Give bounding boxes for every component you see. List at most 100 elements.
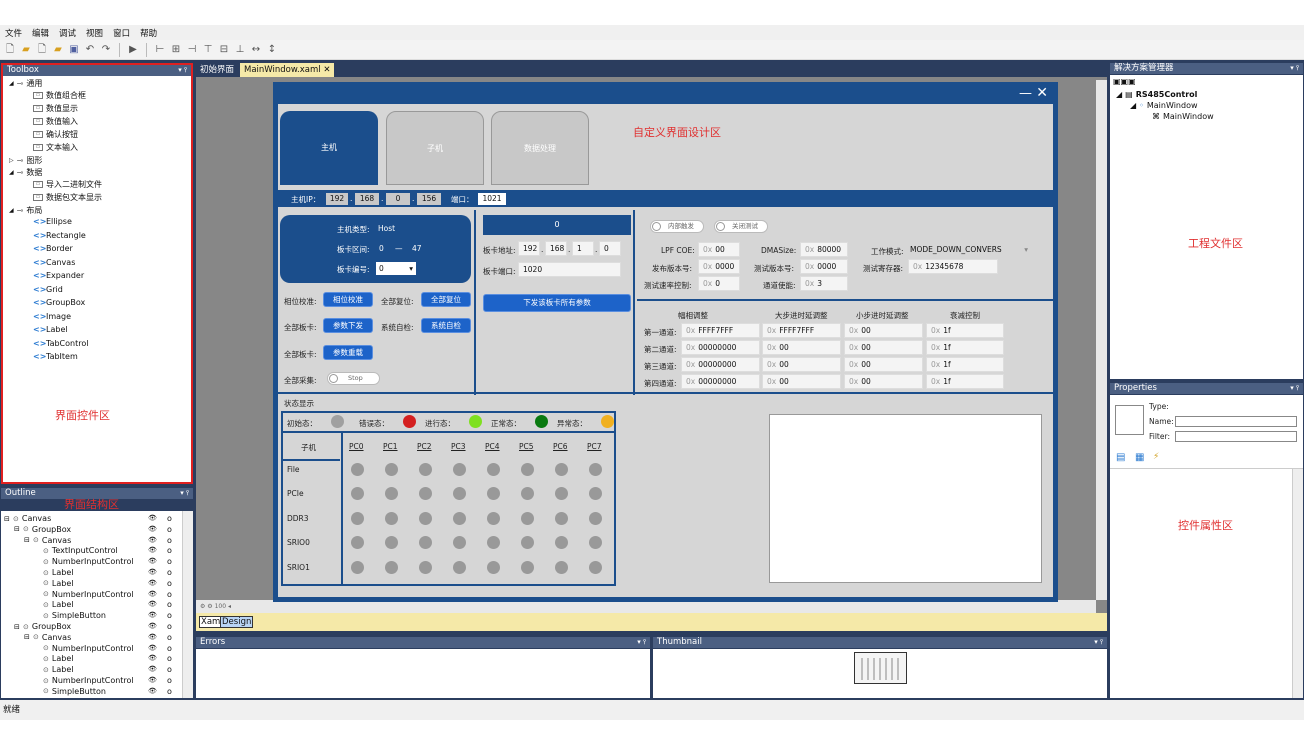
outline-node[interactable]: ⊙ Label: [34, 600, 73, 609]
visibility-eye-icon[interactable]: 👁: [148, 611, 157, 619]
solution-toolbar-icons[interactable]: ▣▣▣: [1113, 77, 1136, 86]
channel-field[interactable]: 0x FFFF7FFF: [681, 323, 760, 338]
pin-icon[interactable]: ▾ ⫯: [1094, 637, 1103, 648]
pin-icon[interactable]: ▾ ⫯: [1290, 383, 1299, 394]
open-icon[interactable]: ▰: [52, 44, 64, 56]
lock-dot-icon[interactable]: o: [167, 676, 172, 685]
toolbox-item[interactable]: <> Canvas: [33, 258, 75, 267]
visibility-eye-icon[interactable]: 👁: [148, 546, 157, 554]
dma-field[interactable]: 0x 80000: [800, 242, 848, 257]
channel-field[interactable]: 0x 00: [762, 357, 841, 372]
toolbox-item[interactable]: <> Border: [33, 244, 73, 253]
solution-item-mainwindow[interactable]: ◢ ◦ MainWindow: [1130, 101, 1198, 110]
channel-field[interactable]: 0x 00: [844, 323, 923, 338]
outline-node[interactable]: ⊙ Label: [34, 568, 73, 577]
reset-all-button[interactable]: 全部复位: [421, 292, 471, 307]
filter-field[interactable]: [1175, 431, 1297, 442]
lock-dot-icon[interactable]: o: [167, 654, 172, 663]
mode-select[interactable]: MODE_DOWN_CONVERS ▾: [906, 242, 1031, 257]
solution-root[interactable]: ◢ ▤ RS485Control: [1116, 90, 1197, 99]
channel-field[interactable]: 0x 1f: [926, 374, 1004, 389]
lock-dot-icon[interactable]: o: [167, 590, 172, 599]
align-top-icon[interactable]: ⊤: [202, 44, 214, 56]
param-send-button[interactable]: 参数下发: [323, 318, 373, 333]
lock-dot-icon[interactable]: o: [167, 611, 172, 620]
outline-node[interactable]: ⊙ NumberInputControl: [34, 644, 134, 653]
toolbox-item[interactable]: ▭ 确认按钮: [33, 129, 78, 140]
channel-field[interactable]: 0x FFFF7FFF: [762, 323, 841, 338]
new-file-icon[interactable]: 🗋: [4, 44, 16, 56]
tab-host[interactable]: 主机: [280, 111, 378, 185]
categorized-icon[interactable]: ▤: [1116, 452, 1125, 463]
menu-edit[interactable]: 编辑: [32, 27, 49, 39]
open-folder-icon[interactable]: ▰: [20, 44, 32, 56]
editor-vscroll[interactable]: [1096, 80, 1107, 600]
board-addr-octet-4[interactable]: 0: [599, 241, 621, 256]
toolbox-group[interactable]: ◢ ⊸ 布局: [9, 205, 42, 216]
toolbox-item[interactable]: ▭ 数据包文本显示: [33, 192, 102, 203]
pin-icon[interactable]: ▾ ⫯: [637, 637, 646, 648]
send-all-params-button[interactable]: 下发该板卡所有参数: [483, 294, 631, 312]
toolbox-group[interactable]: ▷ ⊸ 图形: [9, 155, 42, 166]
thumbnail-preview[interactable]: [854, 652, 907, 684]
visibility-eye-icon[interactable]: 👁: [148, 687, 157, 695]
solution-item-mainwindow-cs[interactable]: ⌘ MainWindow: [1152, 112, 1214, 121]
channel-field[interactable]: 0x 00: [844, 357, 923, 372]
menu-view[interactable]: 视图: [86, 27, 103, 39]
same-width-icon[interactable]: ↔: [250, 44, 262, 56]
outline-node[interactable]: ⊟ ⊙ Canvas: [24, 633, 71, 642]
alphabetical-icon[interactable]: ▦: [1135, 452, 1144, 463]
phase-cal-button[interactable]: 相位校准: [323, 292, 373, 307]
lock-dot-icon[interactable]: o: [167, 600, 172, 609]
outline-node[interactable]: ⊙ SimpleButton: [34, 687, 106, 696]
pin-icon[interactable]: ▾ ⫯: [1290, 63, 1299, 74]
lock-dot-icon[interactable]: o: [167, 557, 172, 566]
toolbox-item[interactable]: ▭ 导入二进制文件: [33, 179, 102, 190]
outline-node[interactable]: ⊙ SimpleButton: [34, 611, 106, 620]
toolbox-item[interactable]: <> GroupBox: [33, 298, 85, 307]
toolbox-item[interactable]: ▭ 数值组合框: [33, 90, 86, 101]
align-middle-icon[interactable]: ⊟: [218, 44, 230, 56]
param-reload-button[interactable]: 参数重载: [323, 345, 373, 360]
menu-window[interactable]: 窗口: [113, 27, 130, 39]
port-field[interactable]: 1021: [478, 193, 506, 205]
menu-help[interactable]: 帮助: [140, 27, 157, 39]
outline-node[interactable]: ⊙ TextInputControl: [34, 546, 118, 555]
lock-dot-icon[interactable]: o: [167, 633, 172, 642]
minimize-icon[interactable]: —: [1019, 86, 1032, 101]
lpf-field[interactable]: 0x 00: [698, 242, 740, 257]
tab-mainwindow-xaml[interactable]: MainWindow.xaml ✕: [240, 63, 335, 77]
toolbox-item[interactable]: ▭ 文本输入: [33, 142, 78, 153]
visibility-eye-icon[interactable]: 👁: [148, 557, 157, 565]
visibility-eye-icon[interactable]: 👁: [148, 665, 157, 673]
visibility-eye-icon[interactable]: 👁: [148, 676, 157, 684]
properties-scrollbar[interactable]: [1292, 469, 1303, 698]
channel-field[interactable]: 0x 00: [762, 340, 841, 355]
redo-icon[interactable]: ↷: [100, 44, 112, 56]
chan-en-field[interactable]: 0x 3: [800, 276, 848, 291]
toolbox-item[interactable]: <> Rectangle: [33, 231, 86, 240]
pin-icon[interactable]: ▾ ⫯: [180, 488, 189, 499]
align-right-icon[interactable]: ⊣: [186, 44, 198, 56]
outline-node[interactable]: ⊙ Label: [34, 579, 73, 588]
visibility-eye-icon[interactable]: 👁: [148, 536, 157, 544]
lock-dot-icon[interactable]: o: [167, 579, 172, 588]
test-ver-field[interactable]: 0x 0000: [800, 259, 848, 274]
visibility-eye-icon[interactable]: 👁: [148, 514, 157, 522]
toolbox-item[interactable]: <> Image: [33, 312, 71, 321]
visibility-eye-icon[interactable]: 👁: [148, 590, 157, 598]
menu-debug[interactable]: 调试: [59, 27, 76, 39]
outline-node[interactable]: ⊟ ⊙ GroupBox: [14, 622, 71, 631]
tab-slave[interactable]: 子机: [386, 111, 484, 185]
toolbox-item[interactable]: <> Grid: [33, 285, 63, 294]
outline-node[interactable]: ⊙ NumberInputControl: [34, 557, 134, 566]
lock-dot-icon[interactable]: o: [167, 568, 172, 577]
outline-node[interactable]: ⊙ Label: [34, 665, 73, 674]
board-port-field[interactable]: 1020: [518, 262, 621, 277]
outline-node[interactable]: ⊟ ⊙ GroupBox: [14, 525, 71, 534]
channel-field[interactable]: 0x 1f: [926, 340, 1004, 355]
lock-dot-icon[interactable]: o: [167, 687, 172, 696]
stop-toggle[interactable]: Stop: [327, 372, 380, 385]
align-left-icon[interactable]: ⊢: [154, 44, 166, 56]
lock-dot-icon[interactable]: o: [167, 622, 172, 631]
